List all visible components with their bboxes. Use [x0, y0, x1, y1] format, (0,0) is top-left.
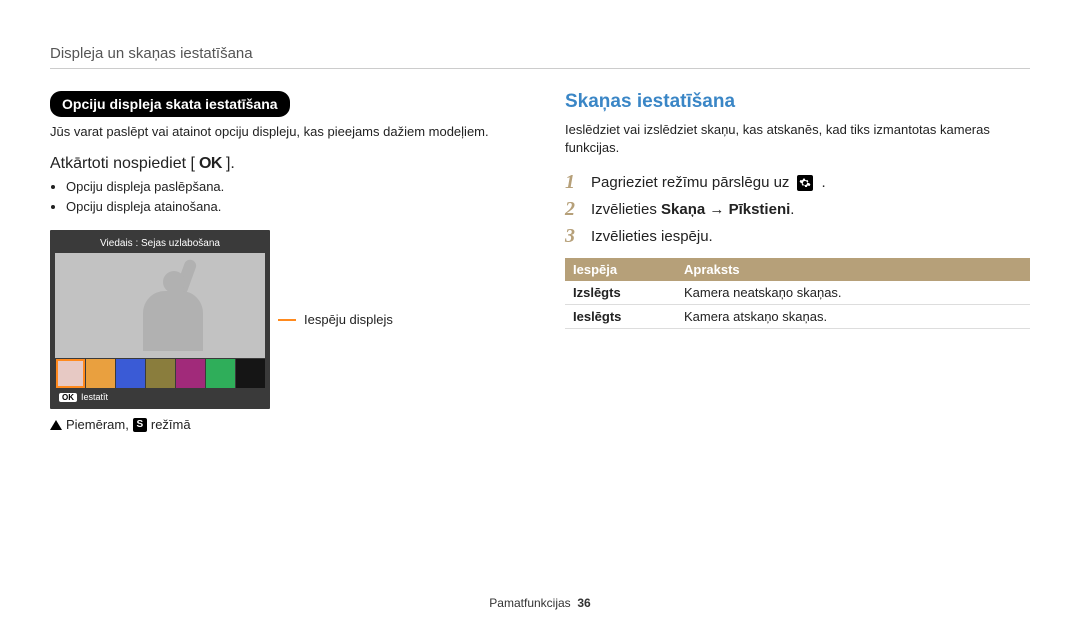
left-column: Opciju displeja skata iestatīšana Jūs va… — [50, 91, 525, 432]
step-number: 1 — [565, 171, 583, 194]
camera-foot-label: Iestatīt — [81, 392, 108, 402]
col-description: Apraksts — [676, 258, 1030, 281]
step-number: 2 — [565, 198, 583, 221]
callout-label: Iespēju displejs — [304, 312, 393, 327]
right-column: Skaņas iestatīšana Ieslēdziet vai izslēd… — [565, 91, 1030, 432]
option-key: Ieslēgts — [565, 305, 676, 329]
intro-text: Jūs varat paslēpt vai atainot opciju dis… — [50, 123, 525, 141]
step-1: 1 Pagrieziet režīmu pārslēgu uz . — [565, 171, 1030, 194]
bullet-item: Opciju displeja paslēpšana. — [66, 177, 525, 197]
example-post: režīmā — [151, 417, 191, 432]
table-row: Ieslēgts Kamera atskaņo skaņas. — [565, 305, 1030, 329]
camera-display-figure: Viedais : Sejas uzlabošana — [50, 230, 525, 409]
ok-chip-icon: OK — [59, 393, 77, 402]
example-pre: Piemēram, — [66, 417, 129, 432]
step-2: 2 Izvēlieties Skaņa → Pīkstieni. — [565, 198, 1030, 221]
example-line: Piemēram, S režīmā — [50, 417, 525, 432]
sound-intro: Ieslēdziet vai izslēdziet skaņu, kas ats… — [565, 121, 1030, 157]
thumbnail — [86, 359, 115, 388]
thumbnail — [56, 359, 85, 388]
footer-section: Pamatfunkcijas — [489, 596, 570, 610]
content-columns: Opciju displeja skata iestatīšana Jūs va… — [50, 91, 1030, 432]
option-desc: Kamera neatskaņo skaņas. — [676, 281, 1030, 305]
thumbnail — [146, 359, 175, 388]
camera-preview — [55, 253, 265, 358]
silhouette-body — [143, 291, 203, 351]
page-footer: Pamatfunkcijas 36 — [0, 596, 1080, 610]
thumbnail — [206, 359, 235, 388]
option-desc: Kamera atskaņo skaņas. — [676, 305, 1030, 329]
ok-button-glyph: OK — [199, 155, 222, 173]
instruction-post: ]. — [226, 155, 235, 173]
steps-list: 1 Pagrieziet režīmu pārslēgu uz . 2 Izvē… — [565, 171, 1030, 248]
menu-sound: Skaņa — [661, 201, 705, 218]
col-option: Iespēja — [565, 258, 676, 281]
thumbnail — [176, 359, 205, 388]
sound-settings-title: Skaņas iestatīšana — [565, 91, 1030, 113]
orange-callout-dash — [278, 319, 296, 321]
page: Displeja un skaņas iestatīšana Opciju di… — [0, 0, 1080, 630]
s-mode-chip: S — [133, 418, 147, 432]
step-text: Pagrieziet režīmu pārslēgu uz — [591, 174, 789, 191]
camera-footer: OK Iestatīt — [55, 388, 265, 404]
header-rule — [50, 68, 1030, 69]
gear-icon — [797, 175, 813, 191]
bullet-item: Opciju displeja atainošana. — [66, 197, 525, 217]
arrow-right-icon: → — [709, 201, 724, 218]
options-table: Iespēja Apraksts Izslēgts Kamera neatska… — [565, 258, 1030, 329]
step-period: . — [790, 201, 794, 218]
triangle-up-icon — [50, 420, 62, 430]
breadcrumb: Displeja un skaņas iestatīšana — [50, 45, 1030, 62]
option-bullets: Opciju displeja paslēpšana. Opciju displ… — [50, 177, 525, 216]
thumbnail-strip — [55, 358, 265, 388]
page-number: 36 — [577, 596, 590, 610]
instruction-pre: Atkārtoti nospiediet [ — [50, 155, 195, 173]
camera-mode-title: Viedais : Sejas uzlabošana — [55, 235, 265, 253]
repeat-press-instruction: Atkārtoti nospiediet [OK]. — [50, 155, 525, 173]
step-text: Izvēlieties iespēju. — [591, 228, 713, 245]
thumbnail — [236, 359, 265, 388]
thumbnail — [116, 359, 145, 388]
menu-beeps: Pīkstieni — [729, 201, 791, 218]
step-number: 3 — [565, 225, 583, 248]
table-row: Izslēgts Kamera neatskaņo skaņas. — [565, 281, 1030, 305]
step-text-pre: Izvēlieties — [591, 201, 661, 218]
step-3: 3 Izvēlieties iespēju. — [565, 225, 1030, 248]
step-period: . — [821, 174, 825, 191]
section-pill: Opciju displeja skata iestatīšana — [50, 91, 290, 117]
option-key: Izslēgts — [565, 281, 676, 305]
camera-screen: Viedais : Sejas uzlabošana — [50, 230, 270, 409]
